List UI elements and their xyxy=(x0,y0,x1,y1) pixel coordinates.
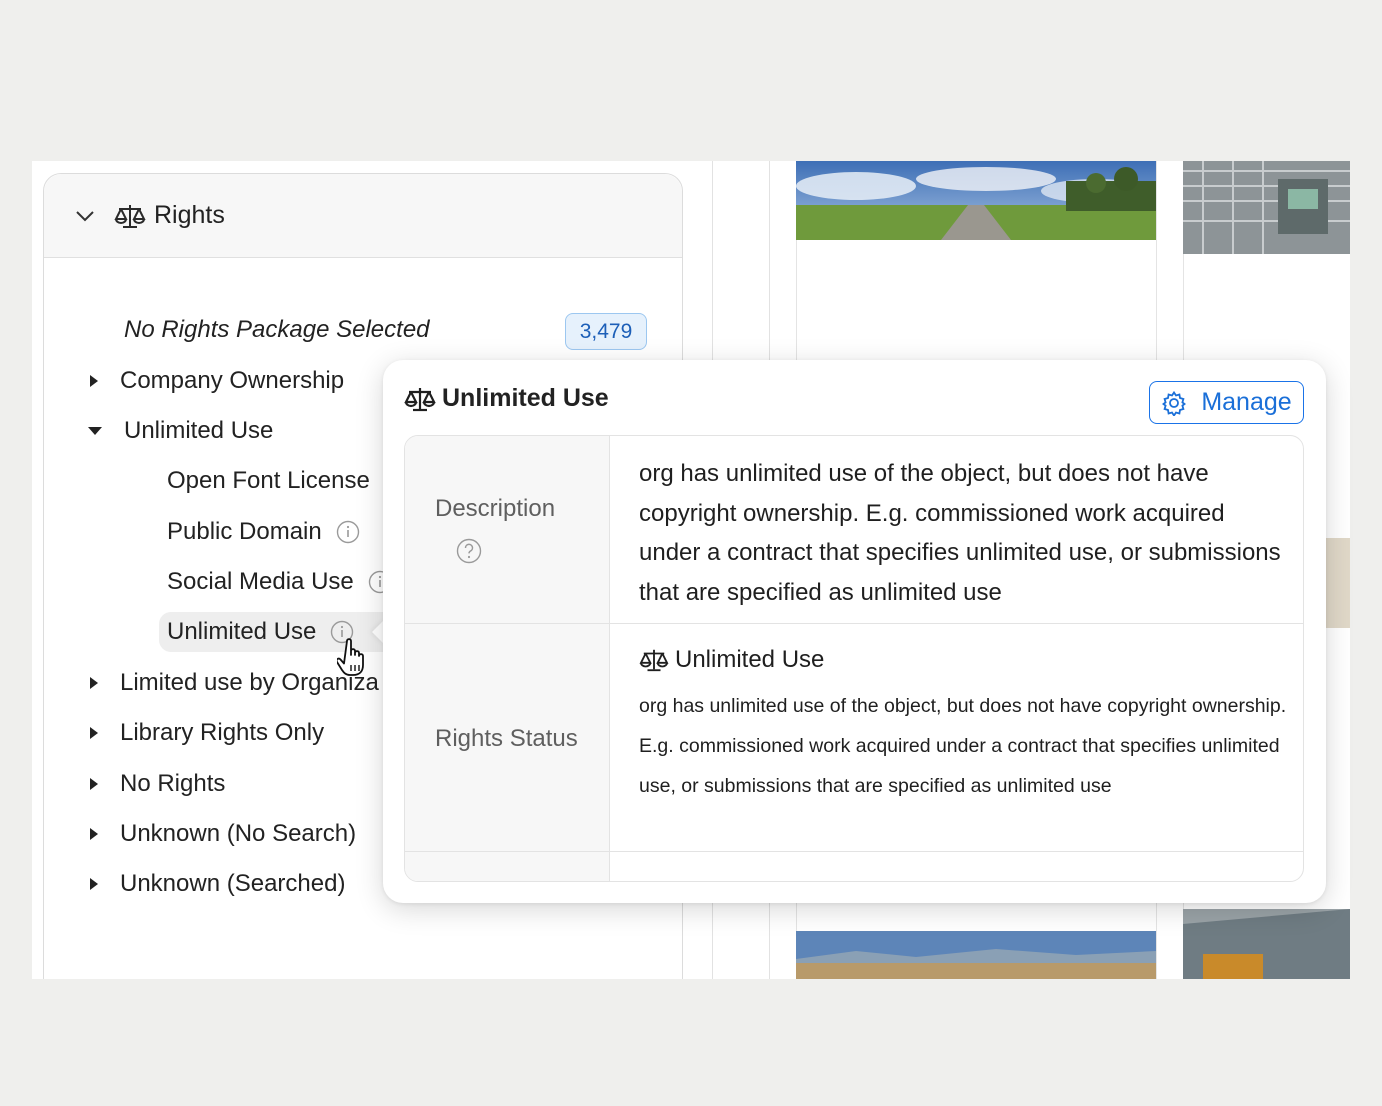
scale-icon xyxy=(404,387,436,411)
caret-right-icon[interactable] xyxy=(90,778,98,790)
rights-status-title-text: Unlimited Use xyxy=(675,646,825,673)
tree-item-label: Unknown (No Search) xyxy=(120,820,357,847)
rights-status-label: Rights Status xyxy=(435,725,578,752)
rights-detail-table: Description org has unlimited use of the… xyxy=(404,435,1304,882)
rights-status-label-cell: Rights Status xyxy=(405,624,610,851)
rights-panel-header[interactable]: Rights xyxy=(44,174,682,258)
manage-button-label: Manage xyxy=(1201,388,1292,416)
popover-title: Unlimited Use xyxy=(404,384,609,413)
scale-icon xyxy=(639,649,669,672)
tree-item-open-font-license[interactable]: Open Font License xyxy=(167,461,370,501)
caret-right-icon[interactable] xyxy=(90,828,98,840)
tree-item-label: Company Ownership xyxy=(120,367,345,394)
caret-down-icon[interactable] xyxy=(88,427,102,435)
no-rights-package-label: No Rights Package Selected xyxy=(124,316,430,343)
gear-icon xyxy=(1162,390,1187,416)
tree-item-unlimited-use-group[interactable]: Unlimited Use xyxy=(88,411,274,451)
tree-item-label: Open Font License xyxy=(167,467,370,494)
caret-right-icon[interactable] xyxy=(90,677,98,689)
tree-item-company-ownership[interactable]: Company Ownership xyxy=(90,361,344,401)
count-badge: 3,479 xyxy=(565,313,647,350)
scale-icon xyxy=(114,204,146,228)
description-value-cell: org has unlimited use of the object, but… xyxy=(610,436,1303,623)
caret-right-icon[interactable] xyxy=(90,375,98,387)
description-text: org has unlimited use of the object, but… xyxy=(639,460,1281,606)
rights-info-popover: Unlimited Use Manage Description org has… xyxy=(383,360,1326,903)
tree-item-label: Unlimited Use xyxy=(167,618,317,645)
tree-item-limited-use[interactable]: Limited use by Organiza xyxy=(90,663,379,703)
tree-item-label: Social Media Use xyxy=(167,568,354,595)
rights-status-value-cell: Unlimited Use org has unlimited use of t… xyxy=(610,624,1303,851)
tree-item-library-rights-only[interactable]: Library Rights Only xyxy=(90,713,324,753)
thumbnail-road-landscape[interactable] xyxy=(796,161,1156,240)
panel-title: Rights xyxy=(154,201,225,229)
empty-label-cell xyxy=(405,852,610,881)
manage-button[interactable]: Manage xyxy=(1149,381,1304,424)
popover-title-text: Unlimited Use xyxy=(442,384,609,412)
rights-status-title: Unlimited Use xyxy=(639,646,824,674)
rights-status-text: org has unlimited use of the object, but… xyxy=(639,695,1287,797)
tree-item-label: Unknown (Searched) xyxy=(120,870,346,897)
thumbnail-building[interactable] xyxy=(1183,909,1350,979)
thumbnail-atrium[interactable] xyxy=(1183,161,1350,254)
tree-item-label: Unlimited Use xyxy=(124,417,274,444)
caret-right-icon[interactable] xyxy=(90,727,98,739)
description-label-cell: Description xyxy=(405,436,610,623)
tree-item-label: Public Domain xyxy=(167,518,322,545)
help-icon[interactable] xyxy=(456,538,482,564)
tree-item-unknown-no-search[interactable]: Unknown (No Search) xyxy=(90,814,356,854)
hand-cursor-icon xyxy=(337,638,364,676)
no-rights-package-item[interactable]: No Rights Package Selected xyxy=(124,310,430,350)
description-label: Description xyxy=(435,495,556,522)
info-icon[interactable] xyxy=(336,520,360,544)
caret-right-icon[interactable] xyxy=(90,878,98,890)
tree-item-unknown-searched[interactable]: Unknown (Searched) xyxy=(90,864,345,904)
tree-item-label: Library Rights Only xyxy=(120,719,325,746)
tree-item-no-rights[interactable]: No Rights xyxy=(90,764,225,804)
tree-item-social-media-use[interactable]: Social Media Use xyxy=(167,562,392,602)
chevron-down-icon[interactable] xyxy=(74,205,96,227)
thumbnail-plains[interactable] xyxy=(796,931,1156,979)
tree-item-label: No Rights xyxy=(120,770,226,797)
tree-item-public-domain[interactable]: Public Domain xyxy=(167,512,360,552)
